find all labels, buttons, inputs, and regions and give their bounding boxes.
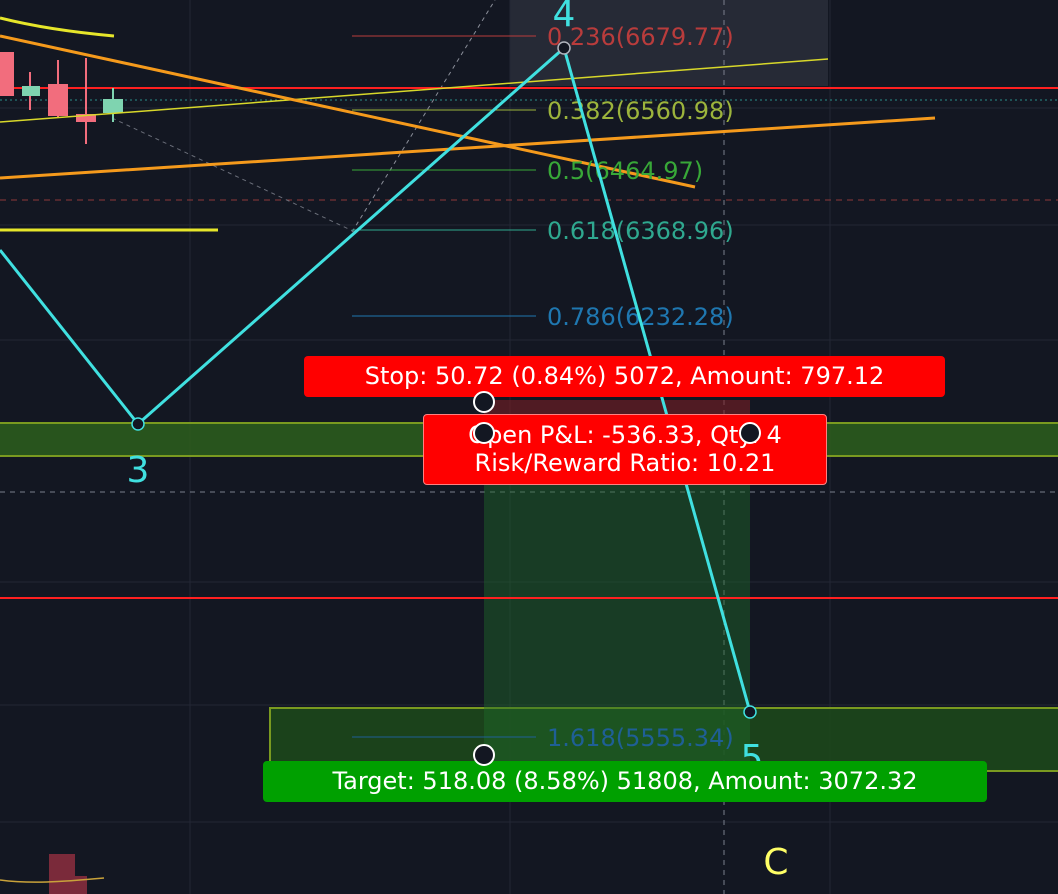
- wave-label-3: 3: [127, 450, 150, 491]
- trendline-orange-lower[interactable]: [0, 116, 936, 180]
- stop-drag-handle[interactable]: [473, 391, 495, 413]
- diagonal-dashed-line-2[interactable]: [111, 117, 356, 233]
- target-text: Target: 518.08 (8.58%) 51808, Amount: 30…: [332, 767, 918, 795]
- target-label[interactable]: Target: 518.08 (8.58%) 51808, Amount: 30…: [263, 761, 987, 802]
- stop-loss-text: Stop: 50.72 (0.84%) 5072, Amount: 797.12: [364, 362, 885, 390]
- target-drag-handle[interactable]: [473, 744, 495, 766]
- chart-canvas[interactable]: 0.236(6679.77) 0.382(6560.98) 0.5(6464.97)…: [0, 0, 1058, 894]
- stop-loss-label[interactable]: Stop: 50.72 (0.84%) 5072, Amount: 797.12: [304, 356, 945, 397]
- wave-label-4: 4: [553, 0, 576, 35]
- wave-5-anchor[interactable]: [743, 705, 757, 719]
- trendline-yellow-top[interactable]: [0, 16, 115, 38]
- fib-label-1: 0.382(6560.98): [547, 97, 734, 125]
- fib-label-2: 0.5(6464.97): [547, 157, 703, 185]
- fib-label-5: 1.618(5555.34): [547, 724, 734, 752]
- wave-4-anchor[interactable]: [557, 41, 571, 55]
- entry-drag-handle[interactable]: [473, 422, 495, 444]
- risk-reward-text: Risk/Reward Ratio: 10.21: [474, 449, 776, 477]
- fib-label-3: 0.618(6368.96): [547, 217, 734, 245]
- wave-3-anchor[interactable]: [131, 417, 145, 431]
- position-width-handle[interactable]: [739, 422, 761, 444]
- wave-label-c: C: [763, 842, 788, 883]
